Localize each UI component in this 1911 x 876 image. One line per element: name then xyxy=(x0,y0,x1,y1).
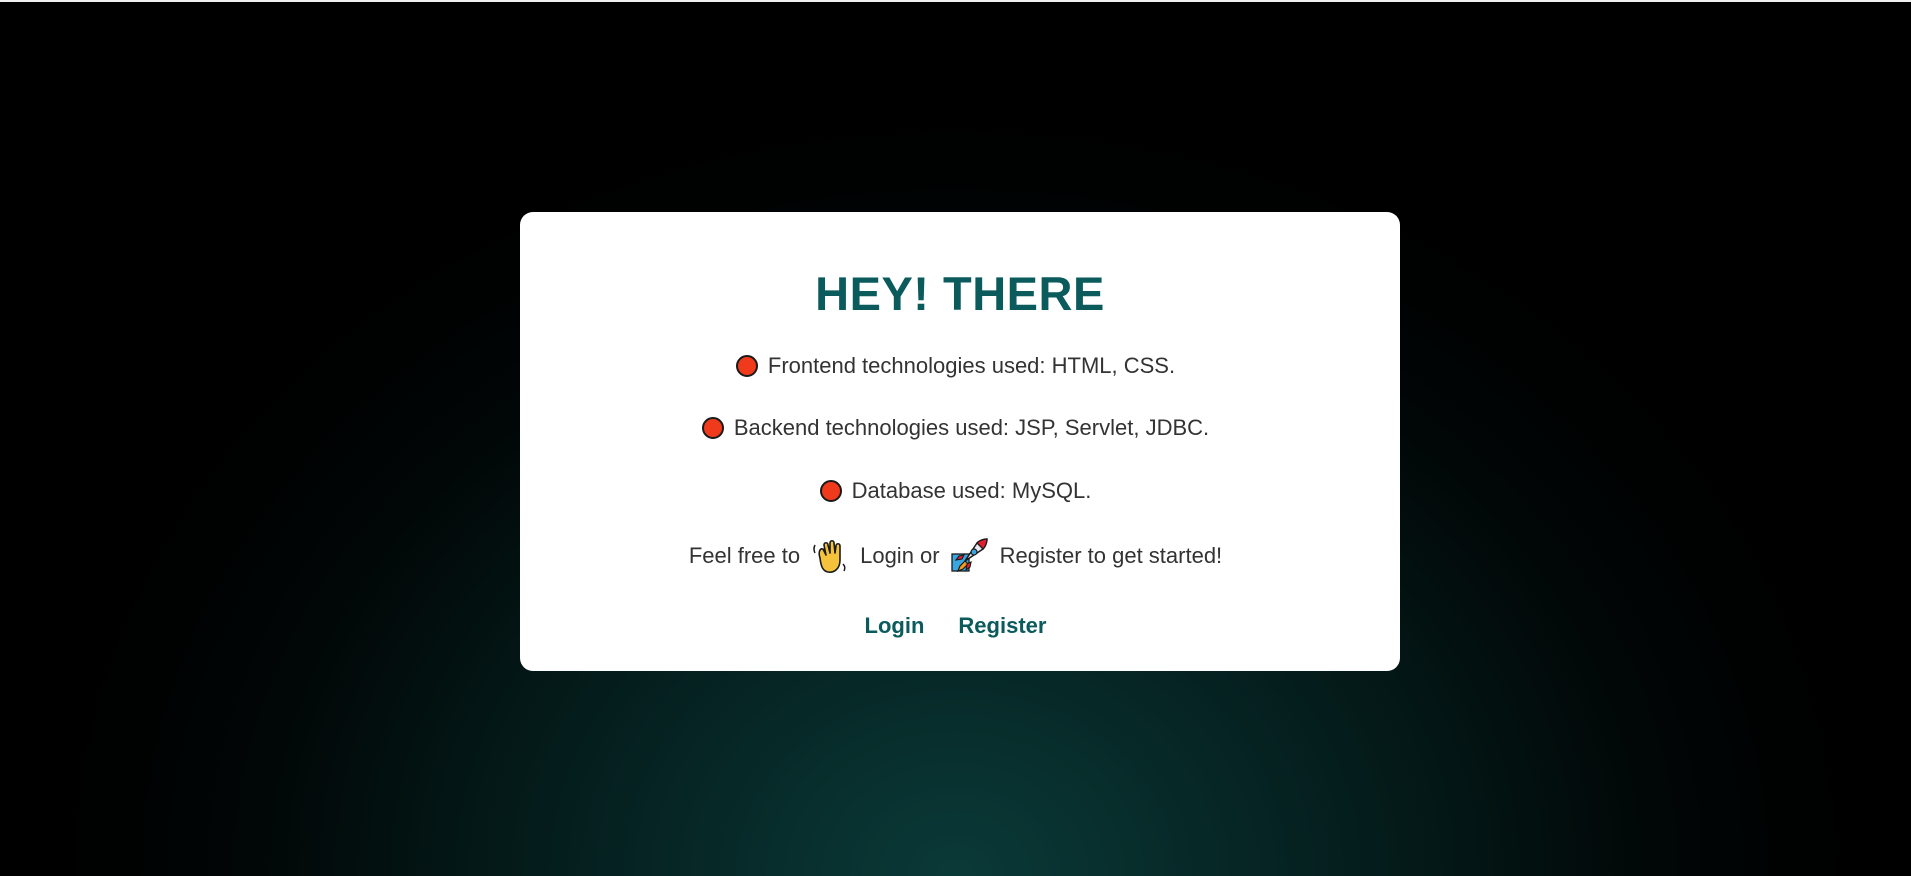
waving-hand-icon xyxy=(810,536,850,576)
feature-backend: Backend technologies used: JSP, Servlet,… xyxy=(0,413,1911,443)
rocket-icon xyxy=(950,536,990,576)
page-title: HEY! THERE xyxy=(815,267,1105,320)
cta-prefix: Feel free to xyxy=(688,543,801,568)
cta-register-text: Register to get started! xyxy=(999,543,1223,568)
feature-label: Database used: MySQL. xyxy=(851,478,1092,503)
red-circle-icon xyxy=(735,355,758,377)
register-link[interactable]: Register xyxy=(958,613,1046,639)
feature-database: Database used: MySQL. xyxy=(0,476,1911,506)
feature-label: Frontend technologies used: HTML, CSS. xyxy=(767,353,1176,378)
login-link[interactable]: Login xyxy=(865,613,925,639)
red-circle-icon xyxy=(819,480,842,502)
cta-login-text: Login or xyxy=(860,543,940,568)
feature-frontend: Frontend technologies used: HTML, CSS. xyxy=(0,351,1911,381)
red-circle-icon xyxy=(701,417,724,439)
call-to-action: Feel free to Login or Register to get st… xyxy=(0,534,1911,578)
top-border xyxy=(0,0,1911,2)
feature-label: Backend technologies used: JSP, Servlet,… xyxy=(733,415,1210,440)
auth-links: Login Register xyxy=(0,613,1911,639)
